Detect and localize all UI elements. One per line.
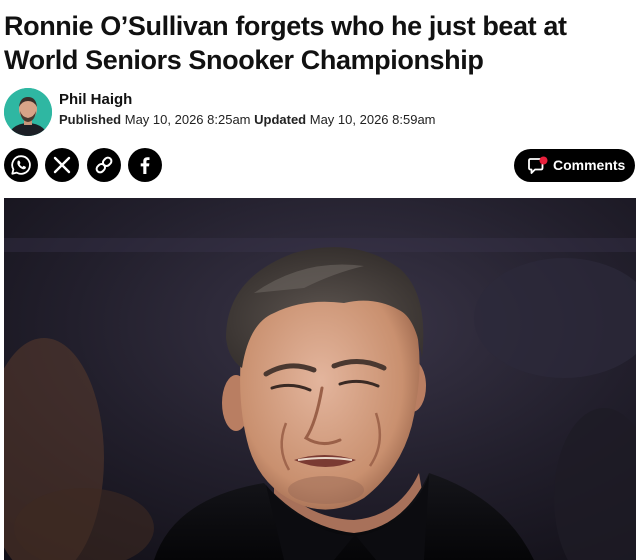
comment-bubble-icon xyxy=(528,156,548,174)
link-icon xyxy=(95,156,113,174)
whatsapp-icon xyxy=(11,155,31,175)
comments-label: Comments xyxy=(553,157,626,173)
whatsapp-share-button[interactable] xyxy=(4,148,38,182)
published-label: Published xyxy=(59,112,122,127)
article-headline: Ronnie O’Sullivan forgets who he just be… xyxy=(4,11,567,75)
x-icon xyxy=(53,156,71,174)
comments-button[interactable]: Comments xyxy=(514,149,635,182)
copy-link-button[interactable] xyxy=(87,148,121,182)
facebook-icon xyxy=(140,157,150,174)
ronnie-osullivan-photo xyxy=(4,198,636,560)
updated-label: Updated xyxy=(254,112,307,127)
updated-date: May 10, 2026 8:59am xyxy=(309,112,436,127)
facebook-share-button[interactable] xyxy=(128,148,162,182)
author-name[interactable]: Phil Haigh xyxy=(59,91,132,108)
author-avatar[interactable] xyxy=(4,88,52,136)
published-date: May 10, 2026 8:25am xyxy=(124,112,251,127)
x-share-button[interactable] xyxy=(45,148,79,182)
publish-dates: Published May 10, 2026 8:25am Updated Ma… xyxy=(59,112,436,127)
article-hero-image xyxy=(4,198,636,560)
byline: Phil Haigh Published May 10, 2026 8:25am… xyxy=(4,88,624,138)
